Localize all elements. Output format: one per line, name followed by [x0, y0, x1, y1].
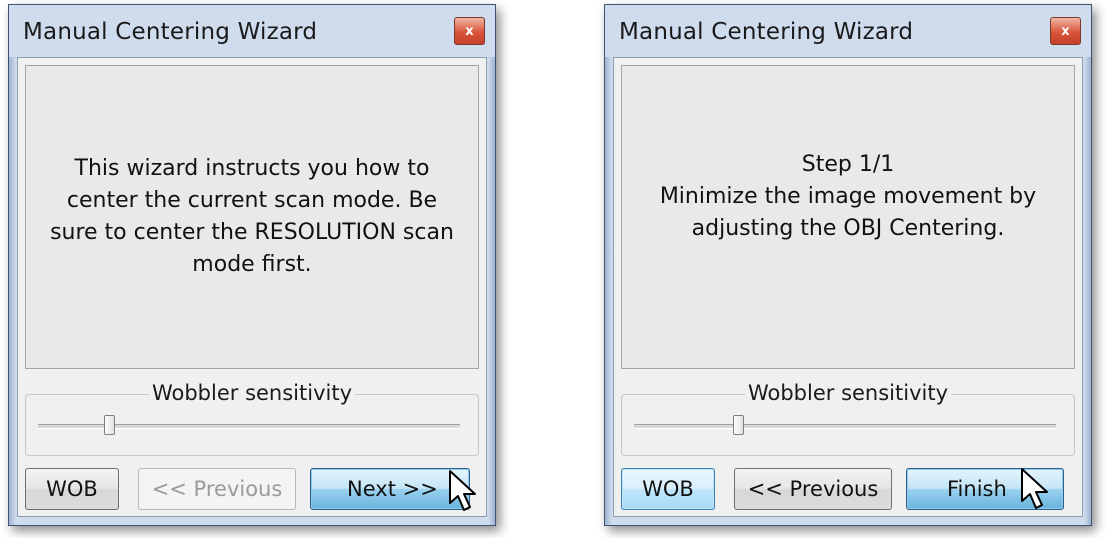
- dialog-body: This wizard instructs you how to center …: [17, 57, 487, 517]
- slider-thumb[interactable]: [733, 415, 744, 435]
- previous-button[interactable]: << Previous: [138, 468, 296, 510]
- window-frame-right: [488, 57, 495, 525]
- wobbler-sensitivity-slider[interactable]: [38, 415, 460, 435]
- wobbler-sensitivity-label: Wobbler sensitivity: [148, 381, 356, 405]
- wizard-dialog-intro: Manual Centering Wizard x This wizard in…: [8, 4, 496, 526]
- window-title: Manual Centering Wizard: [23, 19, 318, 45]
- instruction-panel: Step 1/1 Minimize the image movement by …: [621, 65, 1075, 369]
- wobbler-sensitivity-label: Wobbler sensitivity: [744, 381, 952, 405]
- title-bar[interactable]: Manual Centering Wizard x: [605, 5, 1091, 57]
- finish-button[interactable]: Finish: [906, 468, 1064, 510]
- close-icon: x: [1061, 23, 1070, 39]
- wobbler-sensitivity-slider[interactable]: [634, 415, 1056, 435]
- window-frame-left: [9, 57, 16, 525]
- slider-thumb[interactable]: [104, 415, 115, 435]
- close-icon: x: [465, 23, 474, 39]
- wob-button[interactable]: WOB: [25, 468, 119, 510]
- close-button[interactable]: x: [1050, 17, 1081, 45]
- instruction-panel: This wizard instructs you how to center …: [25, 65, 479, 369]
- instruction-text: Step 1/1 Minimize the image movement by …: [659, 152, 1037, 241]
- previous-button[interactable]: << Previous: [734, 468, 892, 510]
- dialog-body: Step 1/1 Minimize the image movement by …: [613, 57, 1083, 517]
- close-button[interactable]: x: [454, 17, 485, 45]
- wizard-dialog-step: Manual Centering Wizard x Step 1/1 Minim…: [604, 4, 1092, 526]
- wobbler-sensitivity-group: Wobbler sensitivity: [25, 381, 479, 456]
- instruction-text: This wizard instructs you how to center …: [50, 156, 454, 277]
- wobbler-sensitivity-group: Wobbler sensitivity: [621, 381, 1075, 456]
- window-frame-right: [1084, 57, 1091, 525]
- window-title: Manual Centering Wizard: [619, 19, 914, 45]
- window-frame-left: [605, 57, 612, 525]
- title-bar[interactable]: Manual Centering Wizard x: [9, 5, 495, 57]
- wob-button[interactable]: WOB: [621, 468, 715, 510]
- next-button[interactable]: Next >>: [310, 468, 470, 510]
